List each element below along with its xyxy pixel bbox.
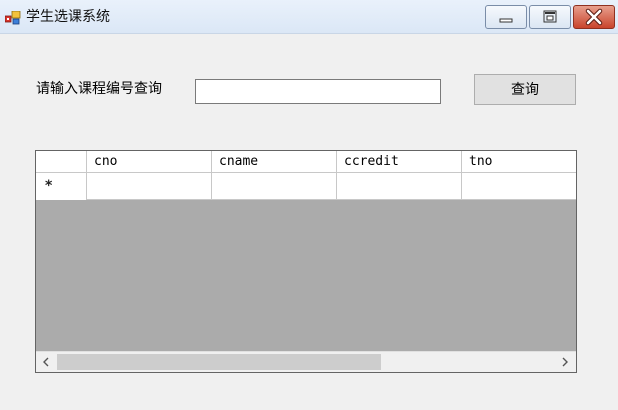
cell-tno[interactable] [462, 173, 576, 200]
scroll-right-button[interactable] [555, 352, 575, 372]
main-window: 学生选课系统 请输入课程编号查询 查询 cno cname ccredit tn… [0, 0, 618, 410]
close-button[interactable] [573, 5, 615, 29]
cell-cname[interactable] [212, 173, 337, 200]
courses-data-grid[interactable]: cno cname ccredit tno * [35, 150, 577, 373]
title-bar[interactable]: 学生选课系统 [0, 0, 618, 34]
new-row-marker[interactable]: * [36, 173, 87, 200]
row-header-corner[interactable] [36, 151, 87, 172]
maximize-icon [543, 10, 557, 23]
close-icon [585, 8, 603, 26]
query-button[interactable]: 查询 [474, 74, 576, 105]
grid-header-row: cno cname ccredit tno [36, 151, 576, 173]
scrollbar-thumb[interactable] [57, 354, 381, 370]
column-header-cno[interactable]: cno [87, 151, 212, 172]
cell-cno[interactable] [87, 173, 212, 200]
chevron-right-icon [562, 357, 568, 367]
column-header-ccredit[interactable]: ccredit [337, 151, 462, 172]
chevron-left-icon [43, 357, 49, 367]
column-header-cname[interactable]: cname [212, 151, 337, 172]
column-header-tno[interactable]: tno [462, 151, 576, 172]
course-id-query-label: 请输入课程编号查询 [36, 81, 162, 97]
minimize-button[interactable] [485, 5, 527, 29]
window-title: 学生选课系统 [26, 9, 110, 25]
cell-ccredit[interactable] [337, 173, 462, 200]
horizontal-scrollbar[interactable] [36, 351, 576, 372]
app-icon [4, 10, 21, 25]
table-row[interactable]: * [36, 173, 576, 200]
course-id-input[interactable] [195, 79, 441, 104]
scroll-left-button[interactable] [36, 352, 56, 372]
minimize-icon [499, 18, 513, 23]
maximize-button[interactable] [529, 5, 571, 29]
